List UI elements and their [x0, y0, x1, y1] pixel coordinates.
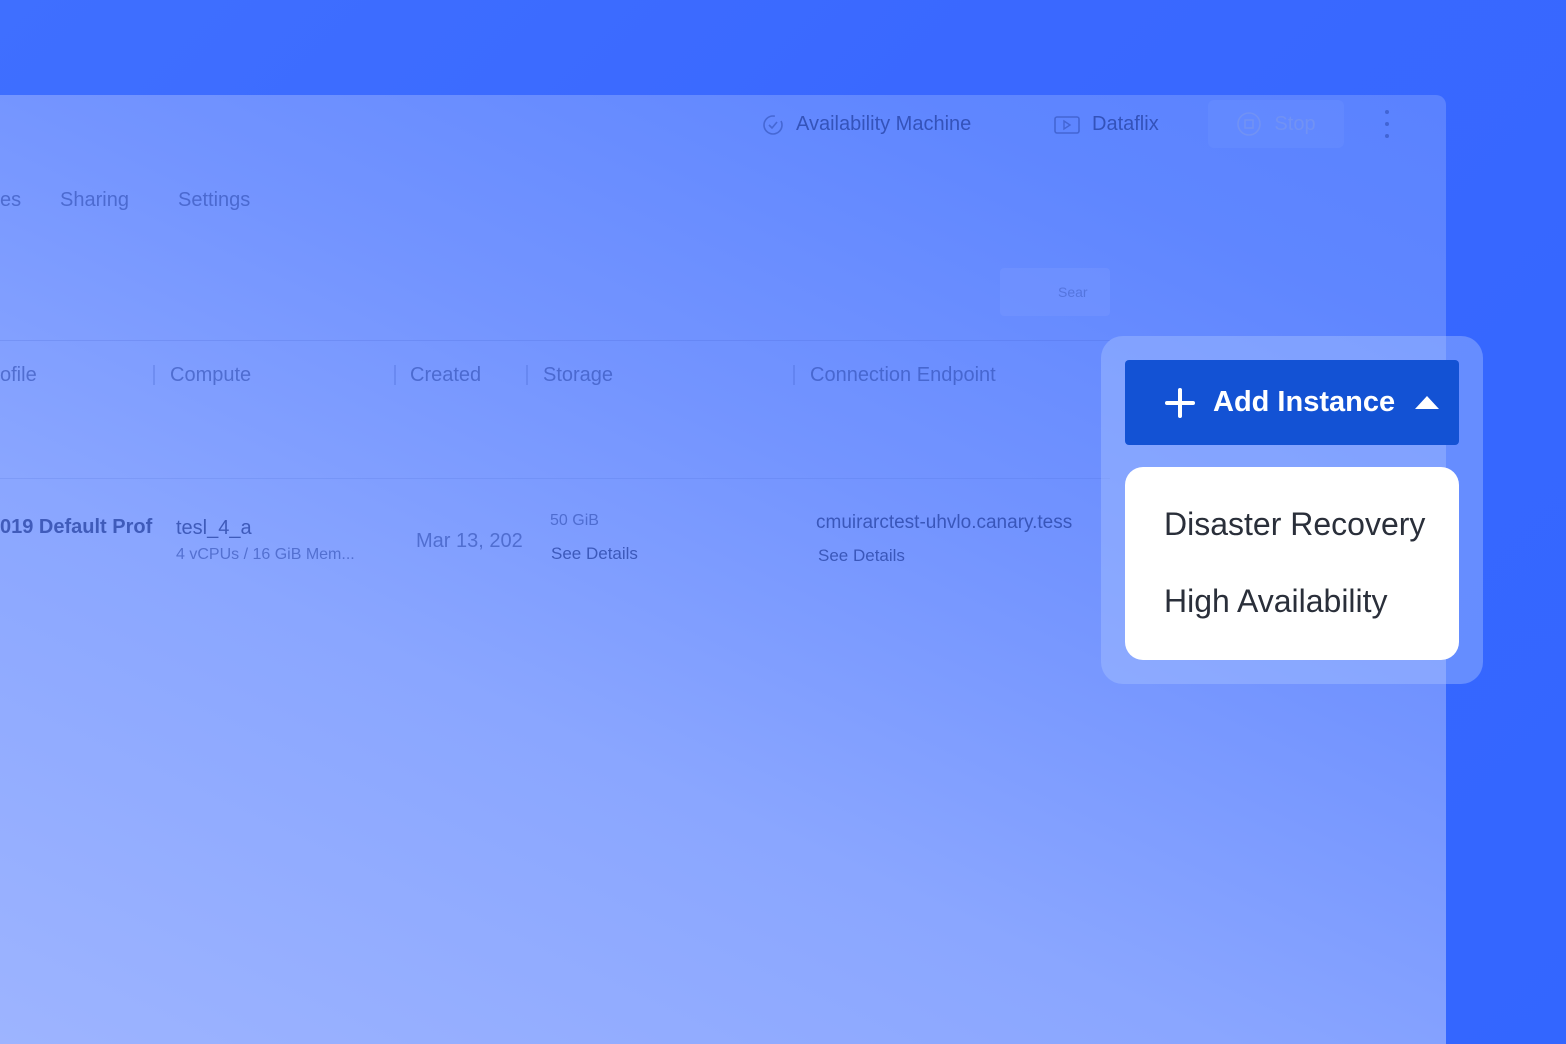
menu-item-high-availability[interactable]: High Availability	[1164, 583, 1388, 620]
stop-label: Stop	[1274, 112, 1316, 135]
add-instance-button[interactable]: Add Instance	[1125, 360, 1459, 445]
column-header-storage[interactable]: Storage	[543, 364, 613, 387]
more-options-icon[interactable]	[1378, 110, 1396, 138]
search-placeholder: Sear	[1058, 284, 1088, 300]
availability-machine-icon	[763, 114, 783, 135]
column-separator	[153, 365, 155, 385]
dataflix-label: Dataflix	[1092, 113, 1159, 135]
header-divider	[0, 340, 1110, 341]
column-header-created[interactable]: Created	[410, 364, 481, 387]
row-compute-name: tesl_4_a	[176, 517, 252, 539]
availability-machine-label: Availability Machine	[796, 113, 972, 135]
stop-button[interactable]: Stop	[1208, 100, 1344, 148]
row-storage-size: 50 GiB	[550, 512, 599, 529]
row-divider	[0, 478, 1110, 479]
row-endpoint-see-details-link[interactable]: See Details	[818, 546, 905, 566]
row-endpoint: cmuirarctest-uhvlo.canary.tess	[816, 512, 1073, 533]
column-header-compute[interactable]: Compute	[170, 364, 251, 387]
search-input[interactable]: Sear	[1000, 268, 1110, 316]
add-instance-menu: Disaster Recovery High Availability	[1125, 467, 1459, 660]
tab-settings[interactable]: Settings	[178, 189, 250, 212]
dataflix-button[interactable]: Dataflix	[1054, 113, 1159, 136]
dataflix-icon	[1054, 115, 1080, 134]
tab-sharing[interactable]: Sharing	[60, 189, 129, 212]
column-separator	[394, 365, 396, 385]
row-compute-spec: 4 vCPUs / 16 GiB Mem...	[176, 546, 355, 563]
stop-icon	[1237, 112, 1262, 136]
column-separator	[793, 365, 795, 385]
caret-up-icon	[1415, 396, 1440, 409]
add-instance-label: Add Instance	[1213, 386, 1396, 418]
row-storage-see-details-link[interactable]: See Details	[551, 544, 638, 564]
row-created: Mar 13, 202	[416, 530, 523, 552]
column-header-connection-endpoint[interactable]: Connection Endpoint	[810, 364, 996, 387]
menu-item-disaster-recovery[interactable]: Disaster Recovery	[1164, 506, 1425, 543]
column-separator	[526, 365, 528, 385]
plus-icon	[1165, 387, 1195, 418]
column-header-profile[interactable]: ofile	[0, 364, 37, 387]
row-profile: 019 Default Prof	[0, 516, 153, 538]
availability-machine-button[interactable]: Availability Machine	[762, 113, 971, 136]
tab-partial[interactable]: es	[0, 189, 21, 212]
